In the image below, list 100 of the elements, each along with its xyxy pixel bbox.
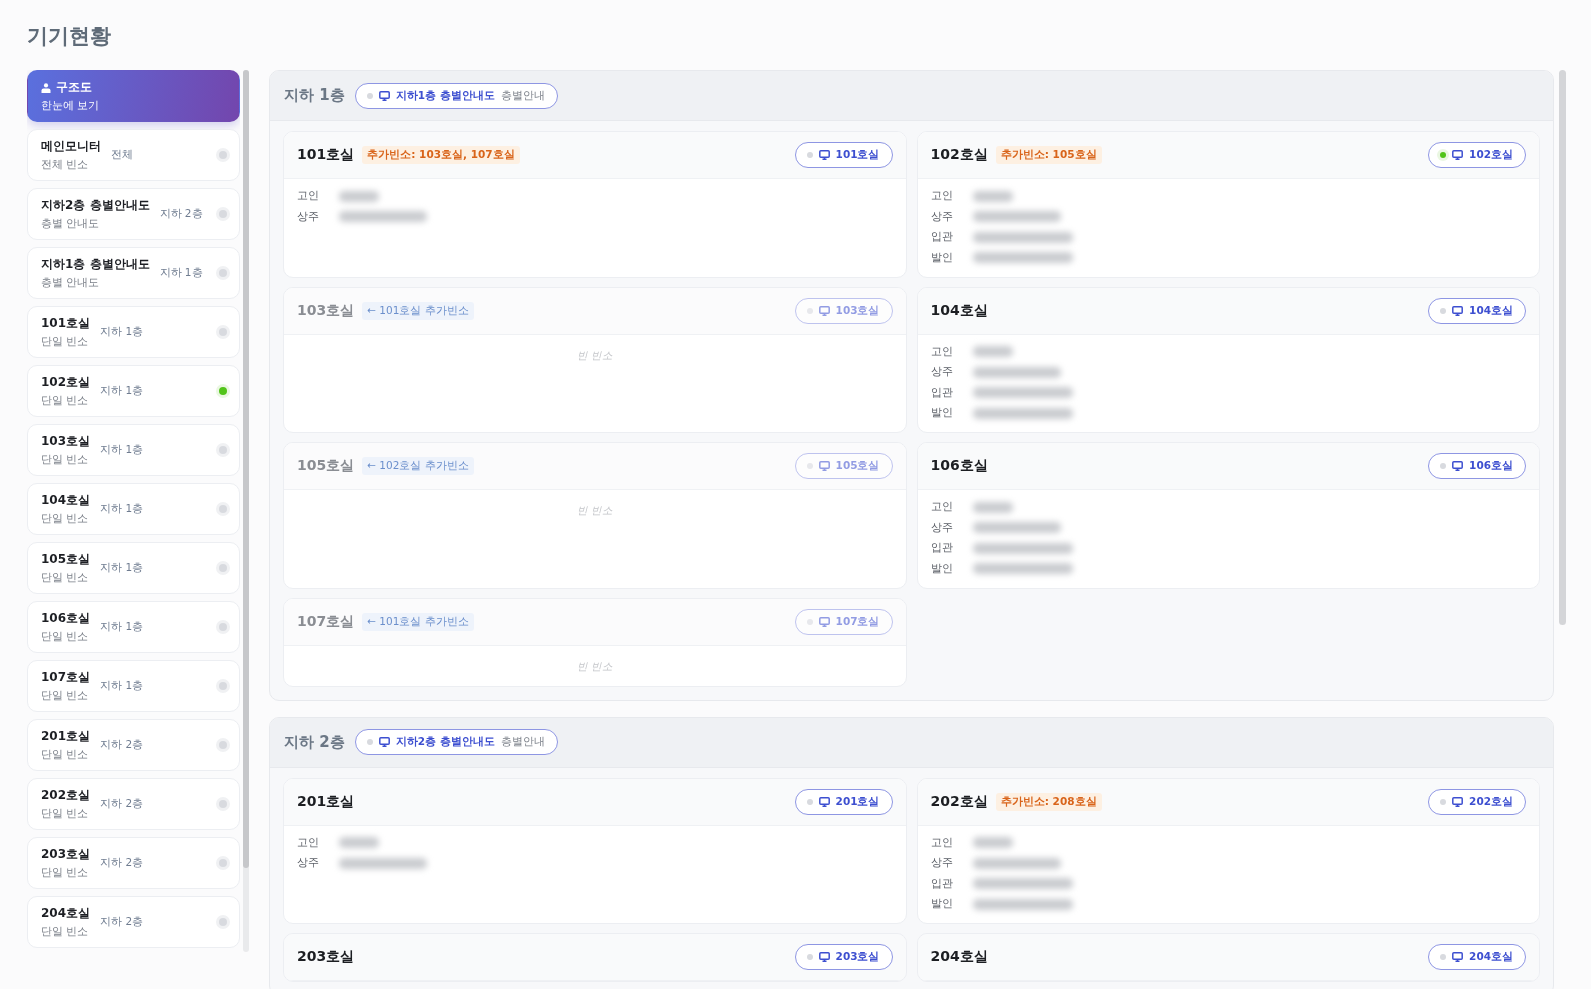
item-subtitle: 전체 빈소 bbox=[41, 158, 90, 172]
sidebar-item[interactable]: 105호실 단일 빈소 지하 1층 bbox=[27, 542, 240, 594]
monitor-icon bbox=[1452, 796, 1464, 807]
field-label: 고인 bbox=[930, 344, 954, 359]
field-label: 발인 bbox=[930, 406, 954, 420]
linked-room-tag: ← 101호실 추가빈소 bbox=[362, 612, 474, 631]
blurred-value bbox=[339, 190, 379, 202]
item-name: 203호실 bbox=[41, 846, 91, 863]
extra-room-tag: 추가빈소: 103호실, 107호실 bbox=[362, 146, 520, 164]
device-button[interactable]: 102호실 bbox=[1428, 142, 1526, 168]
monitor-icon bbox=[818, 150, 830, 160]
sidebar-item[interactable]: 103호실 단일 빈소 지하 1층 bbox=[27, 424, 240, 476]
monitor-icon bbox=[1452, 461, 1464, 471]
item-subtitle: 단일 빈소 bbox=[41, 394, 90, 408]
sidebar-item[interactable]: 메인모니터 전체 빈소 전체 bbox=[27, 129, 240, 181]
monitor-icon bbox=[818, 796, 830, 807]
floor-label: 지하 1층 bbox=[100, 679, 144, 693]
people-icon bbox=[41, 82, 51, 93]
linked-room-tag: ← 102호실 추가빈소 bbox=[362, 457, 474, 475]
sidebar-item[interactable]: 204호실 단일 빈소 지하 2층 bbox=[27, 896, 240, 948]
floor-label: 지하 2층 bbox=[159, 207, 203, 221]
sidebar-item[interactable]: 101호실 단일 빈소 지하 1층 bbox=[27, 306, 240, 358]
item-name: 지하1층 층별안내도 bbox=[41, 256, 150, 273]
item-name: 103호실 bbox=[41, 433, 91, 450]
device-button[interactable]: 202호실 bbox=[1428, 788, 1526, 815]
item-subtitle: 단일 빈소 bbox=[41, 925, 90, 939]
device-button[interactable]: 204호실 bbox=[1428, 944, 1526, 970]
floor-label: 지하 1층 bbox=[100, 561, 144, 575]
field-label: 고인 bbox=[930, 500, 954, 514]
item-name: 메인모니터 bbox=[41, 138, 101, 155]
item-name: 202호실 bbox=[41, 787, 91, 804]
device-button[interactable]: 101호실 bbox=[794, 142, 893, 168]
field-label: 상주 bbox=[297, 856, 320, 870]
floor-title: 지하 2층 bbox=[284, 732, 345, 752]
sidebar-item[interactable]: 지하2층 층별안내도 층별 안내도 지하 2층 bbox=[27, 188, 240, 240]
page-title: 기기현황 bbox=[27, 23, 112, 50]
item-name: 지하2층 층별안내도 bbox=[41, 197, 150, 214]
blurred-value bbox=[972, 190, 1013, 202]
floor-label: 지하 1층 bbox=[159, 266, 203, 280]
item-subtitle: 단일 빈소 bbox=[41, 512, 90, 526]
monitor-icon bbox=[1452, 952, 1464, 962]
field-label: 발인 bbox=[930, 561, 954, 576]
blurred-value bbox=[972, 346, 1013, 357]
item-name: 구조도 bbox=[56, 79, 92, 96]
item-subtitle: 단일 빈소 bbox=[41, 689, 90, 703]
field-label: 고인 bbox=[297, 835, 320, 850]
field-label: 고인 bbox=[930, 189, 954, 203]
floor-label: 지하 1층 bbox=[100, 384, 144, 398]
linked-room-tag: ← 101호실 추가빈소 bbox=[362, 301, 474, 320]
sidebar-item[interactable]: 203호실 단일 빈소 지하 2층 bbox=[27, 837, 240, 889]
monitor-icon bbox=[1452, 305, 1464, 316]
sidebar-item[interactable]: 104호실 단일 빈소 지하 1층 bbox=[27, 483, 240, 535]
item-subtitle: 층별 안내도 bbox=[41, 276, 101, 290]
room-title: 204호실 bbox=[930, 948, 988, 966]
guide-caption: 층별안내 bbox=[500, 88, 545, 103]
device-button[interactable]: 104호실 bbox=[1428, 297, 1526, 324]
scrollbar-thumb[interactable] bbox=[1559, 70, 1566, 625]
floor-guide-button[interactable]: 지하2층 층별안내도 층별안내 bbox=[354, 729, 558, 755]
floor-label: 지하 2층 bbox=[100, 856, 144, 870]
field-label: 입관 bbox=[930, 385, 954, 400]
device-button[interactable]: 201호실 bbox=[794, 788, 893, 815]
sidebar-item[interactable]: 201호실 단일 빈소 지하 2층 bbox=[27, 719, 240, 771]
item-name: 102호실 bbox=[41, 374, 91, 391]
floor-guide-button[interactable]: 지하1층 층별안내도 층별안내 bbox=[354, 82, 558, 109]
sidebar-item[interactable]: 106호실 단일 빈소 지하 1층 bbox=[27, 601, 240, 653]
monitor-icon bbox=[818, 305, 830, 316]
floor-label: 지하 2층 bbox=[100, 797, 144, 811]
field-label: 상주 bbox=[297, 209, 320, 224]
sidebar-item[interactable]: 102호실 단일 빈소 지하 1층 bbox=[27, 365, 240, 417]
item-name: 204호실 bbox=[41, 905, 91, 922]
room-title: 202호실 bbox=[930, 792, 988, 811]
monitor-icon bbox=[1452, 150, 1464, 160]
monitor-icon bbox=[818, 616, 830, 627]
field-label: 발인 bbox=[930, 250, 954, 265]
item-subtitle: 단일 빈소 bbox=[41, 748, 90, 762]
field-label: 고인 bbox=[930, 835, 954, 850]
floor-label: 지하 2층 bbox=[100, 738, 144, 752]
extra-room-tag: 추가빈소: 105호실 bbox=[995, 146, 1102, 164]
sidebar-item[interactable]: 지하1층 층별안내도 층별 안내도 지하 1층 bbox=[27, 247, 240, 299]
monitor-icon bbox=[818, 952, 830, 962]
sidebar-item[interactable]: 202호실 단일 빈소 지하 2층 bbox=[27, 778, 240, 830]
floor-label: 지하 2층 bbox=[100, 915, 144, 929]
field-label: 입관 bbox=[930, 230, 954, 244]
sidebar-item[interactable]: 107호실 단일 빈소 지하 1층 bbox=[27, 660, 240, 712]
blurred-value bbox=[339, 837, 379, 848]
field-label: 상주 bbox=[930, 209, 954, 224]
room-title: 102호실 bbox=[930, 146, 988, 164]
field-label: 입관 bbox=[930, 876, 954, 891]
device-button[interactable]: 203호실 bbox=[794, 944, 893, 970]
sidebar-item[interactable]: 구조도 한눈에 보기 bbox=[27, 70, 240, 122]
item-subtitle: 층별 안내도 bbox=[41, 217, 101, 231]
room-title: 106호실 bbox=[930, 457, 988, 475]
room-title: 201호실 bbox=[297, 792, 355, 811]
scrollbar-thumb[interactable] bbox=[243, 70, 249, 868]
field-label: 상주 bbox=[930, 856, 954, 870]
room-title: 105호실 bbox=[297, 457, 355, 475]
device-button[interactable]: 106호실 bbox=[1428, 453, 1526, 479]
room-title: 107호실 bbox=[297, 612, 355, 631]
field-label: 입관 bbox=[930, 541, 954, 555]
floor-title: 지하 1층 bbox=[284, 86, 345, 105]
